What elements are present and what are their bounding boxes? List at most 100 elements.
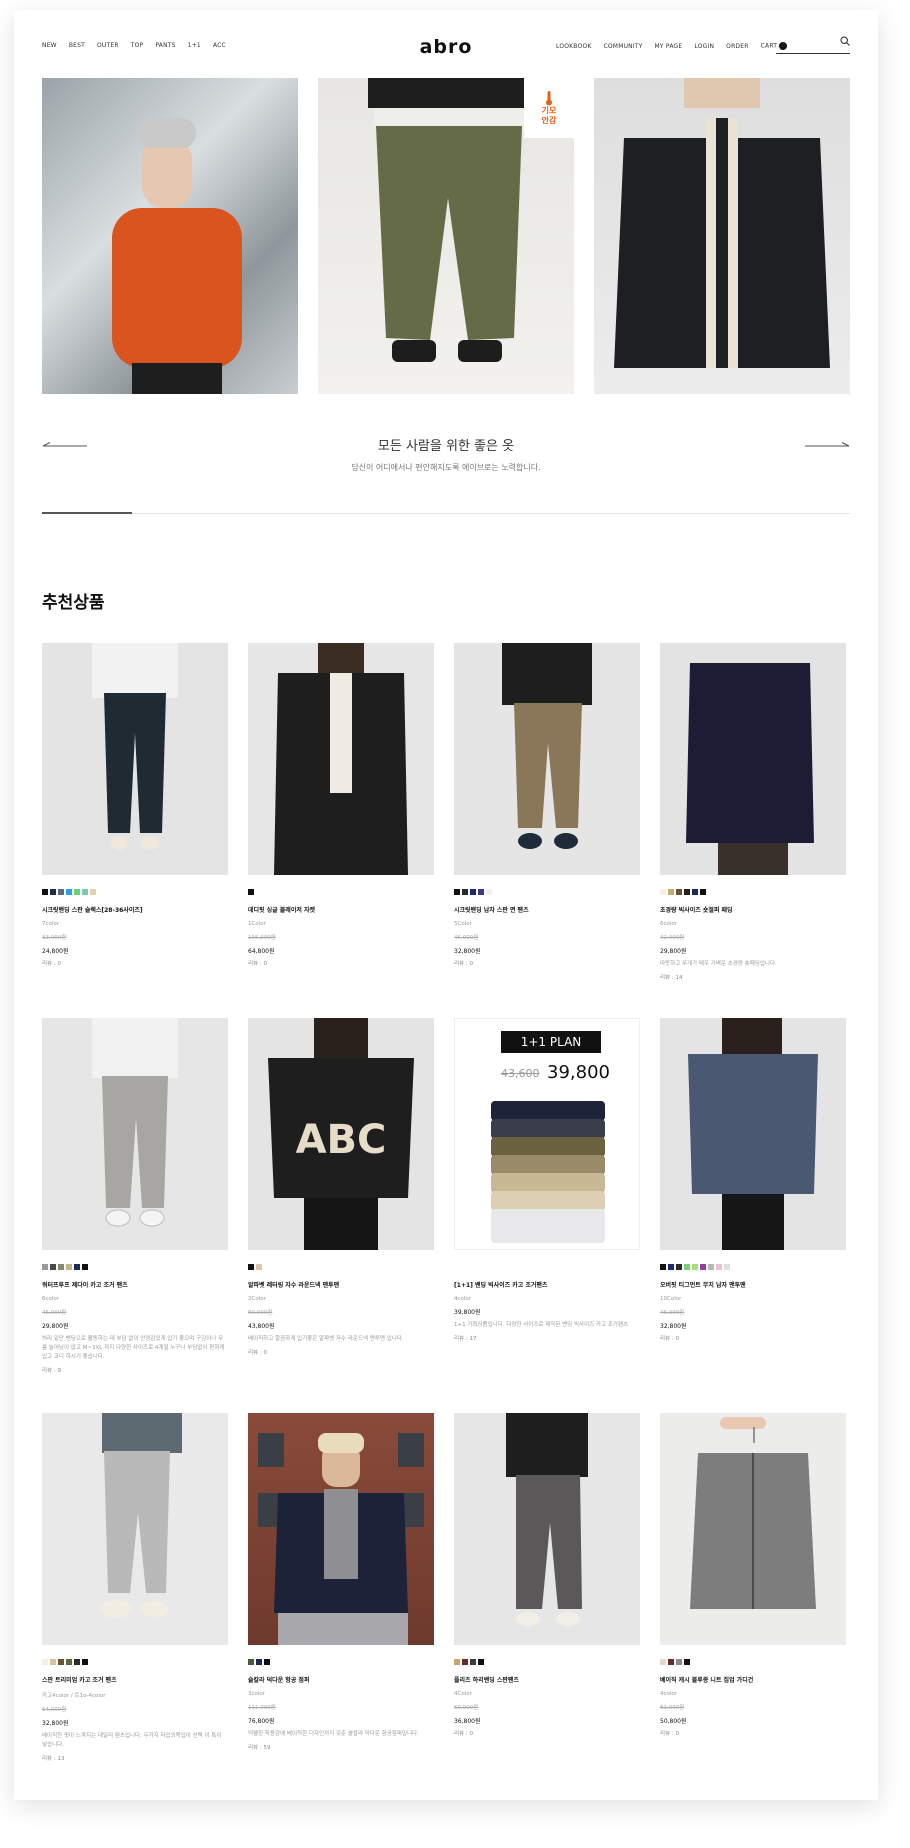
color-swatch[interactable] bbox=[248, 1264, 254, 1270]
color-swatch[interactable] bbox=[462, 1659, 468, 1665]
color-swatch[interactable] bbox=[486, 889, 492, 895]
product-card[interactable]: 초경량 빅사이즈 숏절퍼 패딩 6color 42,000원 29,800원 따… bbox=[660, 643, 846, 981]
color-swatch[interactable] bbox=[692, 889, 698, 895]
color-swatch[interactable] bbox=[248, 889, 254, 895]
color-swatch[interactable] bbox=[462, 889, 468, 895]
color-swatch[interactable] bbox=[708, 1264, 714, 1270]
product-name[interactable]: 오버핏 티그먼트 무지 남자 맨투맨 bbox=[660, 1280, 846, 1289]
product-image[interactable] bbox=[248, 1413, 434, 1645]
color-swatch[interactable] bbox=[684, 1264, 690, 1270]
product-card[interactable]: 베이직 캐시 블루종 니트 집업 가디건 4color 81,000원 50,8… bbox=[660, 1413, 846, 1737]
product-name[interactable]: 플리츠 하리밴딩 스판팬츠 bbox=[454, 1675, 640, 1684]
color-swatch[interactable] bbox=[256, 1264, 262, 1270]
color-swatch[interactable] bbox=[676, 1659, 682, 1665]
product-image[interactable] bbox=[660, 1413, 846, 1645]
product-card[interactable]: 워터프루프 제다이 카고 조거 팬츠 6color 45,000원 29,800… bbox=[42, 1018, 228, 1374]
hero-image-orange-puffer[interactable] bbox=[42, 78, 298, 394]
color-swatch[interactable] bbox=[74, 889, 80, 895]
color-swatch[interactable] bbox=[668, 889, 674, 895]
product-card[interactable]: 숄칼라 덕다운 항공 점퍼 3color 111,000원 76,800원 덕웰… bbox=[248, 1413, 434, 1751]
product-name[interactable]: 스판 트리미엄 카고 조거 팬츠 bbox=[42, 1675, 228, 1684]
color-swatch[interactable] bbox=[716, 1264, 722, 1270]
hero-image-khaki-pants[interactable]: 기모 안감 bbox=[318, 78, 574, 394]
color-swatch[interactable] bbox=[700, 1264, 706, 1270]
color-swatch[interactable] bbox=[684, 889, 690, 895]
product-name[interactable]: 워터프루프 제다이 카고 조거 팬츠 bbox=[42, 1280, 228, 1289]
product-image[interactable] bbox=[454, 643, 640, 875]
color-swatch[interactable] bbox=[478, 889, 484, 895]
color-swatch[interactable] bbox=[454, 1659, 460, 1665]
color-swatch[interactable] bbox=[66, 1264, 72, 1270]
color-swatch[interactable] bbox=[50, 1264, 56, 1270]
color-swatch[interactable] bbox=[66, 889, 72, 895]
color-swatch[interactable] bbox=[660, 1659, 666, 1665]
product-card[interactable]: 데디핏 싱글 블레이저 자켓 1Color 105,000원 64,800원 리… bbox=[248, 643, 434, 967]
product-image[interactable] bbox=[660, 1018, 846, 1250]
product-name[interactable]: 시크릿밴딩 남자 스판 면 팬츠 bbox=[454, 905, 640, 914]
color-swatch[interactable] bbox=[676, 889, 682, 895]
color-swatch[interactable] bbox=[684, 1659, 690, 1665]
color-swatch[interactable] bbox=[74, 1264, 80, 1270]
color-swatch[interactable] bbox=[42, 889, 48, 895]
product-image[interactable] bbox=[660, 643, 846, 875]
product-name[interactable]: 시크릿밴딩 스판 슬랙스[28-36사이즈] bbox=[42, 905, 228, 914]
color-swatch[interactable] bbox=[724, 1264, 730, 1270]
product-name[interactable]: [1+1] 밴딩 빅사이즈 카고 조거팬츠 bbox=[454, 1280, 640, 1289]
nav-item-login[interactable]: LOGIN bbox=[694, 43, 714, 50]
color-swatch[interactable] bbox=[660, 889, 666, 895]
color-swatch[interactable] bbox=[478, 1659, 484, 1665]
color-swatch[interactable] bbox=[256, 1659, 262, 1665]
color-swatch[interactable] bbox=[58, 1659, 64, 1665]
color-swatch[interactable] bbox=[82, 1264, 88, 1270]
product-price: 29,800원 bbox=[42, 1323, 69, 1330]
product-name[interactable]: 알파벳 레터링 자수 라운드넥 맨투맨 bbox=[248, 1280, 434, 1289]
nav-item-mypage[interactable]: MY PAGE bbox=[655, 43, 683, 50]
color-swatch[interactable] bbox=[58, 1264, 64, 1270]
color-swatch[interactable] bbox=[700, 889, 706, 895]
hero-image-black-jacket[interactable] bbox=[594, 78, 850, 394]
color-swatch[interactable] bbox=[90, 889, 96, 895]
color-swatch[interactable] bbox=[50, 889, 56, 895]
color-swatch[interactable] bbox=[660, 1264, 666, 1270]
product-image[interactable] bbox=[248, 643, 434, 875]
color-swatch[interactable] bbox=[58, 889, 64, 895]
color-swatch[interactable] bbox=[82, 1659, 88, 1665]
product-card[interactable]: 시크릿밴딩 남자 스판 면 팬츠 5Color 45,000원 32,800원 … bbox=[454, 643, 640, 967]
color-swatch[interactable] bbox=[264, 1659, 270, 1665]
nav-item-lookbook[interactable]: LOOKBOOK bbox=[556, 43, 592, 50]
product-image[interactable] bbox=[42, 1018, 228, 1250]
color-swatch[interactable] bbox=[470, 1659, 476, 1665]
color-swatch[interactable] bbox=[82, 889, 88, 895]
product-image[interactable] bbox=[42, 1413, 228, 1645]
search-input[interactable] bbox=[776, 36, 850, 54]
product-image[interactable]: 1+1 PLAN 43,600 39,800 bbox=[454, 1018, 640, 1250]
product-card[interactable]: 시크릿밴딩 스판 슬랙스[28-36사이즈] 7color 33,000원 24… bbox=[42, 643, 228, 967]
product-image[interactable] bbox=[454, 1413, 640, 1645]
color-swatch[interactable] bbox=[50, 1659, 56, 1665]
product-name[interactable]: 초경량 빅사이즈 숏절퍼 패딩 bbox=[660, 905, 846, 914]
product-name[interactable]: 숄칼라 덕다운 항공 점퍼 bbox=[248, 1675, 434, 1684]
product-name[interactable]: 베이직 캐시 블루종 니트 집업 가디건 bbox=[660, 1675, 846, 1684]
product-card[interactable]: 스판 트리미엄 카고 조거 팬츠 카고4color / 트1o-4color 5… bbox=[42, 1413, 228, 1762]
color-swatch[interactable] bbox=[42, 1264, 48, 1270]
product-card[interactable]: 오버핏 티그먼트 무지 남자 맨투맨 10Color 46,000원 32,80… bbox=[660, 1018, 846, 1342]
color-swatch[interactable] bbox=[248, 1659, 254, 1665]
product-image[interactable] bbox=[42, 643, 228, 875]
color-swatch[interactable] bbox=[66, 1659, 72, 1665]
color-swatch[interactable] bbox=[668, 1264, 674, 1270]
product-name[interactable]: 데디핏 싱글 블레이저 자켓 bbox=[248, 905, 434, 914]
color-swatch[interactable] bbox=[676, 1264, 682, 1270]
nav-item-order[interactable]: ORDER bbox=[726, 43, 748, 50]
nav-item-community[interactable]: COMMUNITY bbox=[604, 43, 643, 50]
color-swatch[interactable] bbox=[470, 889, 476, 895]
product-card[interactable]: 1+1 PLAN 43,600 39,800 [1+1] 밴딩 빅사이즈 카고 … bbox=[454, 1018, 640, 1342]
color-swatch[interactable] bbox=[454, 889, 460, 895]
color-swatch[interactable] bbox=[74, 1659, 80, 1665]
product-card[interactable]: 플리츠 하리밴딩 스판팬츠 4Color 60,000원 36,800원 리뷰 … bbox=[454, 1413, 640, 1737]
color-swatch[interactable] bbox=[668, 1659, 674, 1665]
color-swatch[interactable] bbox=[692, 1264, 698, 1270]
search-icon[interactable] bbox=[840, 36, 850, 46]
product-card[interactable]: ABC 알파벳 레터링 자수 라운드넥 맨투맨 2Color 69,000원 4… bbox=[248, 1018, 434, 1356]
product-image[interactable]: ABC bbox=[248, 1018, 434, 1250]
color-swatch[interactable] bbox=[42, 1659, 48, 1665]
